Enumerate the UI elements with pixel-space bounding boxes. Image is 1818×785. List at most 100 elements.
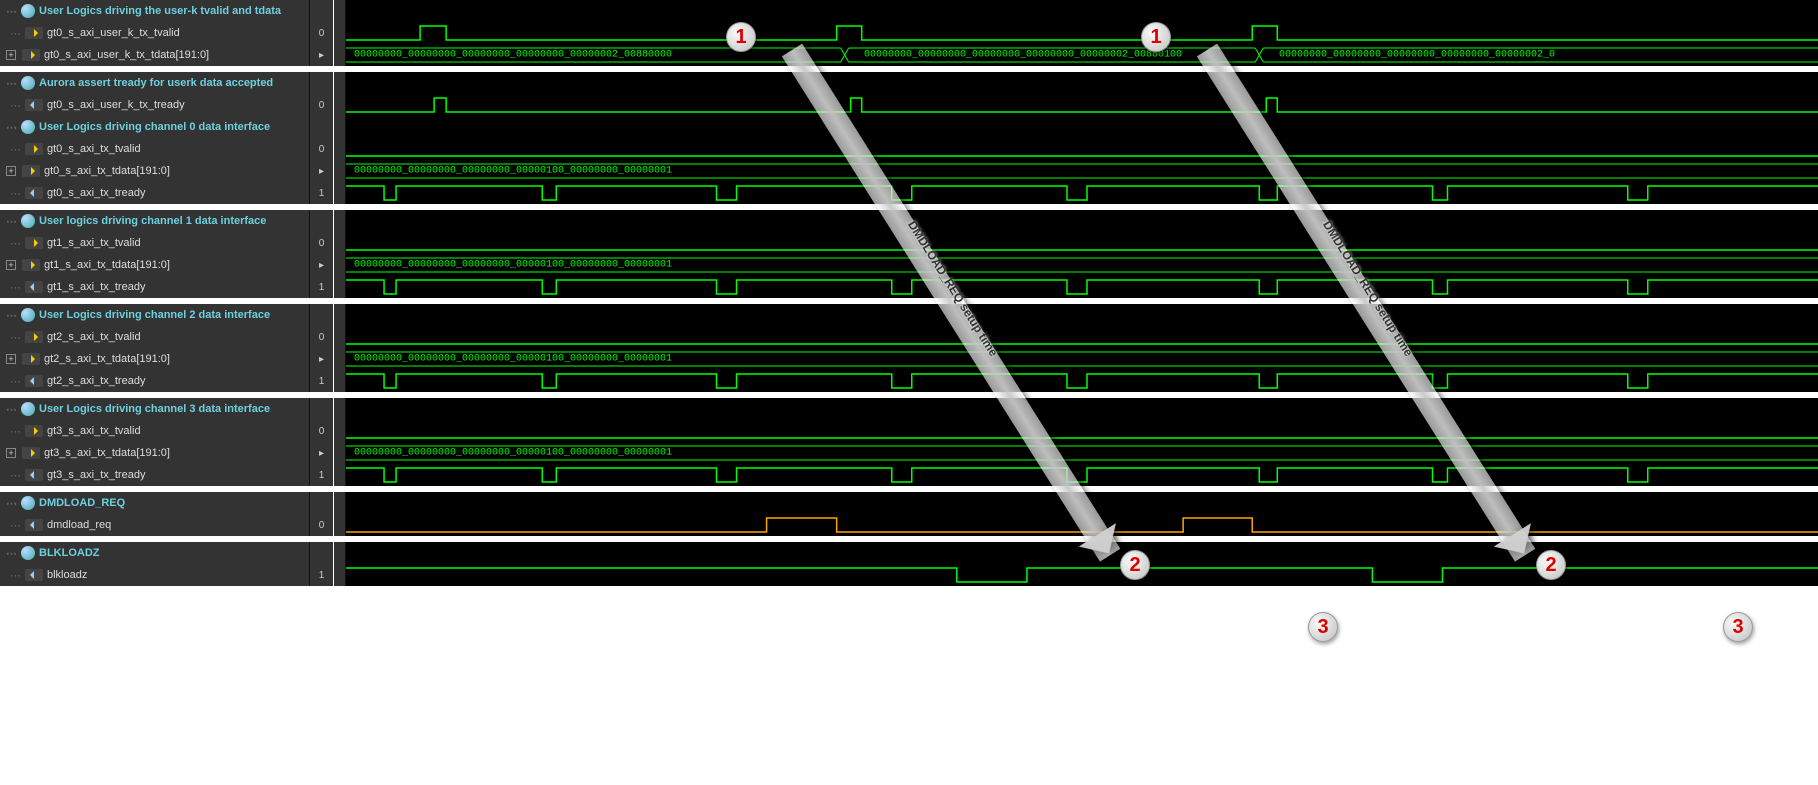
signal-name-cell[interactable]: ⋯gt2_s_axi_tx_tready: [0, 370, 310, 392]
bus-value-label: 00000000_00000000_00000000_00000000_0000…: [864, 50, 1182, 61]
waveform-cell[interactable]: [346, 182, 1818, 204]
signal-value-cell: 0: [310, 22, 334, 44]
group-header-label[interactable]: ⋯User Logics driving channel 3 data inte…: [0, 398, 310, 420]
group-header-row[interactable]: ⋯BLKLOADZ: [0, 542, 1818, 564]
signal-row[interactable]: ⋯gt0_s_axi_tx_tvalid0: [0, 138, 1818, 160]
signal-name-text: blkloadz: [47, 569, 87, 581]
signal-name-cell[interactable]: ⋯gt2_s_axi_tx_tvalid: [0, 326, 310, 348]
waveform-cell[interactable]: [346, 420, 1818, 442]
signal-row[interactable]: ⋯gt1_s_axi_tx_tvalid0: [0, 232, 1818, 254]
expand-icon[interactable]: +: [6, 260, 16, 270]
expand-icon[interactable]: +: [6, 354, 16, 364]
signal-value-cell: 0: [310, 94, 334, 116]
waveform-cell[interactable]: 00000000_00000000_00000000_00000100_0000…: [346, 348, 1818, 370]
signal-row[interactable]: +gt0_s_axi_user_k_tx_tdata[191:0]▸000000…: [0, 44, 1818, 66]
signal-row[interactable]: ⋯gt3_s_axi_tx_tvalid0: [0, 420, 1818, 442]
signal-name-text: gt2_s_axi_tx_tready: [47, 375, 145, 387]
waveform-cell[interactable]: 00000000_00000000_00000000_00000100_0000…: [346, 442, 1818, 464]
waveform-cell[interactable]: [346, 94, 1818, 116]
signal-row[interactable]: ⋯blkloadz1: [0, 564, 1818, 586]
signal-row[interactable]: +gt2_s_axi_tx_tdata[191:0]▸ 00000000_0000…: [0, 348, 1818, 370]
signal-row[interactable]: ⋯dmdload_req0: [0, 514, 1818, 536]
signal-name-text: gt0_s_axi_tx_tdata[191:0]: [44, 165, 170, 177]
group-header-row[interactable]: ⋯User Logics driving channel 2 data inte…: [0, 304, 1818, 326]
comment-icon-icon: [21, 120, 35, 134]
arrow-in-icon: [25, 331, 43, 343]
waveform-cell[interactable]: [346, 564, 1818, 586]
signal-row[interactable]: ⋯gt0_s_axi_user_k_tx_tvalid0: [0, 22, 1818, 44]
signal-name-cell[interactable]: ⋯gt0_s_axi_user_k_tx_tready: [0, 94, 310, 116]
signal-name-cell[interactable]: + gt0_s_axi_tx_tdata[191:0]: [0, 160, 310, 182]
signal-value-cell: 1: [310, 182, 334, 204]
arrow-in-icon: [25, 425, 43, 437]
expand-icon[interactable]: +: [6, 448, 16, 458]
signal-name-cell[interactable]: +gt1_s_axi_tx_tdata[191:0]: [0, 254, 310, 276]
signal-name-cell[interactable]: +gt3_s_axi_tx_tdata[191:0]: [0, 442, 310, 464]
group-header-label[interactable]: ⋯BLKLOADZ: [0, 542, 310, 564]
signal-name-cell[interactable]: ⋯gt1_s_axi_tx_tvalid: [0, 232, 310, 254]
signal-name-text: gt3_s_axi_tx_tvalid: [47, 425, 141, 437]
signal-name-cell[interactable]: +gt2_s_axi_tx_tdata[191:0]: [0, 348, 310, 370]
signal-name-cell[interactable]: + gt0_s_axi_user_k_tx_tdata[191:0]: [0, 44, 310, 66]
group-header-row[interactable]: ⋯Aurora assert tready for userk data acc…: [0, 72, 1818, 94]
bus-value-label: 00000000_00000000_00000000_00000100_0000…: [354, 354, 672, 365]
signal-row[interactable]: ⋯gt2_s_axi_tx_tready1: [0, 370, 1818, 392]
waveform-cell[interactable]: 00000000_00000000_00000000_00000100_0000…: [346, 160, 1818, 182]
signal-value-cell: 1: [310, 464, 334, 486]
group-header-row[interactable]: ⋯User logics driving channel 1 data inte…: [0, 210, 1818, 232]
signal-row[interactable]: +gt1_s_axi_tx_tdata[191:0]▸00000000_0000…: [0, 254, 1818, 276]
annotation-marker: 3: [1723, 612, 1753, 642]
annotation-marker: 3: [1308, 612, 1338, 642]
comment-icon-icon: [21, 308, 35, 322]
group-header-label[interactable]: ⋯Aurora assert tready for userk data acc…: [0, 72, 310, 94]
bus-value-label: 00000000_00000000_00000000_00000100_0000…: [354, 448, 672, 459]
signal-row[interactable]: +gt0_s_axi_tx_tdata[191:0]▸00000000_0000…: [0, 160, 1818, 182]
group-header-row[interactable]: ⋯User Logics driving channel 0 data inte…: [0, 116, 1818, 138]
signal-name-cell[interactable]: ⋯gt3_s_axi_tx_tvalid: [0, 420, 310, 442]
signal-row[interactable]: ⋯gt1_s_axi_tx_tready1: [0, 276, 1818, 298]
group-header-row[interactable]: ⋯User Logics driving the user-k tvalid a…: [0, 0, 1818, 22]
comment-icon-icon: [21, 214, 35, 228]
waveform-cell[interactable]: 00000000_00000000_00000000_00000000_0000…: [346, 44, 1818, 66]
arrow-out-icon: [25, 375, 43, 387]
signal-row[interactable]: ⋯gt2_s_axi_tx_tvalid0: [0, 326, 1818, 348]
signal-name-text: gt1_s_axi_tx_tready: [47, 281, 145, 293]
expand-icon[interactable]: +: [6, 50, 16, 60]
group-header-label[interactable]: ⋯User Logics driving the user-k tvalid a…: [0, 0, 310, 22]
signal-name-cell[interactable]: ⋯dmdload_req: [0, 514, 310, 536]
expand-icon[interactable]: +: [6, 166, 16, 176]
waveform-cell[interactable]: [346, 370, 1818, 392]
signal-row[interactable]: ⋯gt0_s_axi_user_k_tx_tready0: [0, 94, 1818, 116]
comment-icon-icon: [21, 4, 35, 18]
signal-name-cell[interactable]: ⋯gt0_s_axi_user_k_tx_tvalid: [0, 22, 310, 44]
waveform-cell[interactable]: 00000000_00000000_00000000_00000100_0000…: [346, 254, 1818, 276]
signal-name-cell[interactable]: ⋯gt0_s_axi_tx_tready: [0, 182, 310, 204]
signal-name-cell[interactable]: ⋯blkloadz: [0, 564, 310, 586]
group-header-row[interactable]: ⋯User Logics driving channel 3 data inte…: [0, 398, 1818, 420]
waveform-cell[interactable]: [346, 232, 1818, 254]
signal-row[interactable]: ⋯gt0_s_axi_tx_tready1: [0, 182, 1818, 204]
waveform-cell[interactable]: [346, 326, 1818, 348]
signal-value-cell: 1: [310, 564, 334, 586]
waveform-cell[interactable]: [346, 514, 1818, 536]
signal-name-cell[interactable]: ⋯gt1_s_axi_tx_tready: [0, 276, 310, 298]
group-header-row[interactable]: ⋯DMDLOAD_REQ: [0, 492, 1818, 514]
signal-value-cell: ▸: [310, 348, 334, 370]
waveform-cell[interactable]: [346, 276, 1818, 298]
signal-row[interactable]: +gt3_s_axi_tx_tdata[191:0]▸00000000_0000…: [0, 442, 1818, 464]
signal-value-cell: 0: [310, 232, 334, 254]
signal-name-cell[interactable]: ⋯gt0_s_axi_tx_tvalid: [0, 138, 310, 160]
group-header-label[interactable]: ⋯DMDLOAD_REQ: [0, 492, 310, 514]
group-header-label[interactable]: ⋯User logics driving channel 1 data inte…: [0, 210, 310, 232]
comment-icon-icon: [21, 402, 35, 416]
comment-icon-icon: [21, 496, 35, 510]
waveform-cell[interactable]: [346, 464, 1818, 486]
waveform-cell[interactable]: [346, 138, 1818, 160]
group-header-label[interactable]: ⋯User Logics driving channel 0 data inte…: [0, 116, 310, 138]
waveform-cell[interactable]: [346, 22, 1818, 44]
signal-name-text: gt3_s_axi_tx_tready: [47, 469, 145, 481]
group-header-label[interactable]: ⋯User Logics driving channel 2 data inte…: [0, 304, 310, 326]
signal-name-cell[interactable]: ⋯gt3_s_axi_tx_tready: [0, 464, 310, 486]
signal-row[interactable]: ⋯gt3_s_axi_tx_tready1: [0, 464, 1818, 486]
signal-name-text: gt0_s_axi_user_k_tx_tdata[191:0]: [44, 49, 209, 61]
